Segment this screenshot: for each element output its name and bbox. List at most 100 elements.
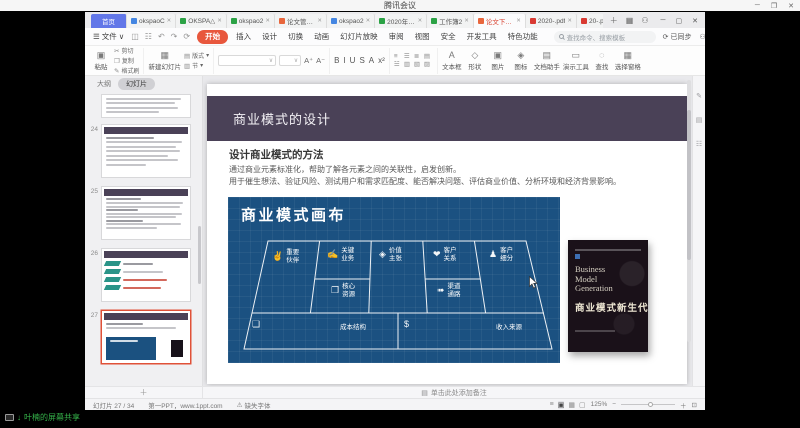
- redo-icon[interactable]: ↷: [171, 32, 178, 41]
- font-color-button[interactable]: A: [369, 56, 374, 66]
- notes-view-icon[interactable]: ≡: [550, 401, 554, 409]
- ribbon-tab[interactable]: 动画: [311, 30, 332, 43]
- slide-thumbnail-selected[interactable]: [101, 310, 191, 364]
- search-input[interactable]: 查找命令、搜索模板: [554, 31, 656, 43]
- ribbon-tab[interactable]: 特色功能: [505, 30, 541, 43]
- slide-thumbnail[interactable]: [101, 124, 191, 178]
- present-tools-button[interactable]: ▭ 演示工具: [563, 51, 589, 71]
- document-tab[interactable]: okspao2 ✕: [227, 14, 275, 28]
- align-left-icon[interactable]: ☱: [394, 61, 403, 68]
- underline-button[interactable]: U: [350, 56, 356, 66]
- slide-thumbnail[interactable]: [101, 248, 191, 302]
- close-icon[interactable]: ✕: [418, 18, 423, 24]
- panel-scrollbar[interactable]: [198, 226, 201, 284]
- ribbon-tab[interactable]: 插入: [233, 30, 254, 43]
- justify-icon[interactable]: ▨: [424, 61, 433, 68]
- zoom-in-button[interactable]: ＋: [680, 400, 687, 410]
- ribbon-tab[interactable]: 安全: [438, 30, 459, 43]
- slide-thumbnail[interactable]: [101, 186, 191, 240]
- bullet-list-icon[interactable]: ≡: [394, 53, 403, 60]
- close-icon[interactable]: ✕: [516, 18, 521, 24]
- document-tab[interactable]: 论文下载PPT ✕: [474, 14, 526, 28]
- document-tab[interactable]: 论文管理中 ✕: [275, 14, 327, 28]
- vertical-scrollbar[interactable]: [687, 80, 691, 342]
- restore-icon[interactable]: ▢: [676, 17, 683, 25]
- format-painter-button[interactable]: ✎ 格式刷: [114, 66, 139, 75]
- file-menu-button[interactable]: ☰ 文件 ∨: [93, 31, 124, 42]
- document-tab[interactable]: 20-.pdf ✕: [577, 14, 603, 28]
- ribbon-tab[interactable]: 视图: [412, 30, 433, 43]
- minimize-icon[interactable]: ─: [755, 2, 760, 9]
- animation-panel-icon[interactable]: ▤: [696, 116, 703, 124]
- ribbon-tab[interactable]: 设计: [259, 30, 280, 43]
- undo-icon[interactable]: ↶: [158, 32, 165, 41]
- normal-view-icon[interactable]: ▣: [558, 401, 565, 409]
- new-slide-button[interactable]: ▦ 新建幻灯片: [148, 51, 181, 71]
- close-icon[interactable]: ✕: [265, 18, 270, 24]
- ribbon-tab[interactable]: 幻灯片放映: [337, 30, 381, 43]
- ribbon-tab[interactable]: 切换: [285, 30, 306, 43]
- zoom-level[interactable]: 125%: [591, 401, 608, 408]
- format-panel-icon[interactable]: ✎: [696, 92, 702, 100]
- section-button[interactable]: ▥ 节 ▾: [184, 61, 209, 70]
- minimize-icon[interactable]: ─: [661, 17, 666, 25]
- ribbon-tab[interactable]: 审阅: [386, 30, 407, 43]
- document-tab[interactable]: 首页 ✕: [91, 14, 127, 28]
- ribbon-tab[interactable]: 开始: [197, 30, 228, 44]
- tab-outline[interactable]: 大纲: [97, 79, 111, 89]
- line-spacing-icon[interactable]: ▤: [424, 53, 433, 60]
- document-tab[interactable]: 2020-.pdf ✕: [526, 14, 577, 28]
- refresh-icon[interactable]: ⟳: [183, 32, 190, 41]
- document-tab[interactable]: OKSPA△ ✕: [176, 14, 227, 28]
- tab-slides[interactable]: 幻灯片: [118, 78, 155, 90]
- fit-screen-icon[interactable]: ⊡: [692, 401, 697, 409]
- play-view-icon[interactable]: ▢: [579, 401, 586, 409]
- sorter-view-icon[interactable]: ▦: [568, 401, 575, 409]
- close-icon[interactable]: ✕: [366, 18, 371, 24]
- new-tab-button[interactable]: ＋: [610, 15, 618, 26]
- shapes-button[interactable]: ◇ 形状: [465, 51, 485, 71]
- superscript-button[interactable]: x²: [378, 56, 385, 66]
- add-slide-button[interactable]: ＋: [140, 387, 148, 398]
- collaborate-button[interactable]: ⚇ 协作: [699, 32, 705, 42]
- cut-button[interactable]: ✂ 剪切: [114, 46, 139, 55]
- font-size-select[interactable]: ∨: [279, 55, 301, 66]
- zoom-slider[interactable]: [621, 404, 675, 405]
- layout-button[interactable]: ▤ 版式 ▾: [184, 51, 209, 60]
- workspace-icon[interactable]: ▦: [626, 16, 634, 25]
- close-icon[interactable]: ✕: [167, 18, 172, 24]
- close-icon[interactable]: ✕: [464, 18, 469, 24]
- icon-library-button[interactable]: ◈ 图标: [511, 51, 531, 71]
- slide-thumbnail[interactable]: [101, 94, 191, 118]
- missing-font-warning[interactable]: ⚠ 缺失字体: [237, 400, 271, 410]
- picture-button[interactable]: ▣ 图片: [488, 51, 508, 71]
- align-center-icon[interactable]: ▥: [404, 61, 413, 68]
- zoom-slider-knob[interactable]: [648, 402, 653, 407]
- slide-canvas[interactable]: 商业模式的设计 设计商业模式的方法 通过商业元素标准化，帮助了解各元素之间的关联…: [207, 84, 687, 384]
- copy-button[interactable]: ❐ 复制: [114, 56, 139, 65]
- find-button[interactable]: ◌ 查找: [592, 51, 612, 71]
- font-family-select[interactable]: ∨: [218, 55, 276, 66]
- grow-font-button[interactable]: A⁺: [304, 56, 313, 65]
- align-right-icon[interactable]: ▧: [414, 61, 423, 68]
- account-icon[interactable]: ⚇: [641, 16, 648, 25]
- document-tab[interactable]: 2020年报表 ✕: [375, 14, 427, 28]
- maximize-icon[interactable]: ❐: [771, 2, 777, 10]
- ribbon-tab[interactable]: 开发工具: [464, 30, 500, 43]
- zoom-out-button[interactable]: −: [612, 401, 616, 408]
- number-list-icon[interactable]: ☰: [404, 53, 413, 60]
- indent-icon[interactable]: ≣: [414, 53, 423, 60]
- close-icon[interactable]: ✕: [692, 17, 698, 25]
- selection-pane-button[interactable]: ▦ 选择窗格: [615, 51, 641, 71]
- doc-assistant-button[interactable]: ▤ 文档助手: [534, 51, 560, 71]
- save-icon[interactable]: ◫: [131, 32, 139, 41]
- paste-button[interactable]: ▣ 粘贴: [91, 51, 111, 71]
- text-box-button[interactable]: A 文本框: [442, 51, 462, 71]
- sync-status[interactable]: ⟳ 已同步: [663, 32, 692, 42]
- italic-button[interactable]: I: [343, 56, 345, 66]
- props-panel-icon[interactable]: ☷: [696, 140, 702, 148]
- document-tab[interactable]: 工作簿2 ✕: [427, 14, 474, 28]
- close-icon[interactable]: ✕: [567, 18, 572, 24]
- bold-button[interactable]: B: [334, 56, 339, 66]
- print-icon[interactable]: ☷: [145, 32, 152, 41]
